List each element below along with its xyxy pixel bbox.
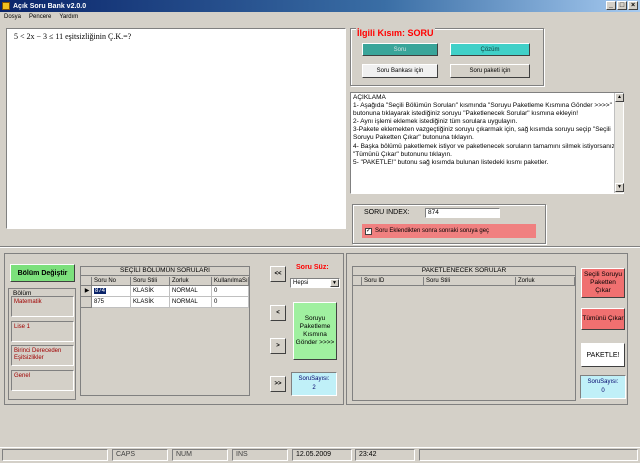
right-soru-sayisi-value: 0	[601, 388, 605, 394]
ilgili-kisim-title: İlgili Kısım: SORU	[356, 28, 435, 38]
first-button[interactable]: <<	[270, 266, 286, 282]
table-cell[interactable]: NORMAL	[170, 286, 212, 297]
table-cell[interactable]: KLASİK	[131, 286, 170, 297]
maximize-button[interactable]: □	[617, 1, 627, 10]
column-header[interactable]: Soru No	[92, 277, 131, 286]
cozum-button[interactable]: Çözüm	[450, 43, 530, 56]
checkbox-icon[interactable]: ✓	[365, 227, 372, 235]
title-bar: Açık Soru Bank v2.0.0	[0, 0, 640, 12]
soru-index-input[interactable]: 874	[425, 208, 500, 218]
right-soru-sayisi-label: SoruSayısı:	[587, 379, 619, 385]
paketlenecek-caption: PAKETLENECEK SORULAR	[353, 267, 575, 276]
question-text: 5 < 2x − 3 ≤ 11 eşitsizliğinin Ç.K.=?	[14, 32, 132, 41]
remove-selected-button[interactable]: Seçili Soruyu Paketten Çıkar	[581, 268, 625, 298]
row-indicator-header	[353, 277, 362, 286]
selected-cell-text: 874	[94, 288, 107, 294]
aciklama-text: AÇIKLAMA 1- Aşağıda "Seçili Bölümün Soru…	[350, 92, 624, 194]
paketlenecek-table	[352, 266, 576, 401]
bolum-item-lise: Lise 1	[11, 321, 74, 342]
menu-bar: Dosya Pencere Yardım	[0, 12, 640, 22]
minimize-button[interactable]: _	[606, 1, 616, 10]
scroll-down-icon[interactable]: ▼	[615, 183, 624, 192]
status-ins: INS	[232, 449, 288, 461]
bolum-item-konu: Birinci Dereceden Eşitsizlikler	[11, 345, 74, 366]
row-indicator-header	[81, 277, 92, 286]
aciklama-scrollbar[interactable]: ▲ ▼	[614, 93, 624, 193]
left-soru-sayisi-label: SoruSayısı:	[298, 376, 330, 382]
soru-button[interactable]: Soru	[362, 43, 438, 56]
table-cell[interactable]: KLASİK	[131, 297, 170, 308]
table-cell[interactable]: 0	[212, 297, 249, 308]
table-cell[interactable]: 0	[212, 286, 249, 297]
table-cell[interactable]: 874	[92, 286, 131, 297]
column-header[interactable]: KullanılmaSı	[212, 277, 249, 286]
left-soru-sayisi-value: 2	[312, 385, 316, 391]
table-cell[interactable]: NORMAL	[170, 297, 212, 308]
status-num: NUM	[172, 449, 228, 461]
soru-index-label: SORU INDEX:	[364, 209, 410, 216]
prev-button[interactable]: <	[270, 305, 286, 321]
column-header[interactable]: Zorluk	[516, 277, 575, 286]
row-indicator[interactable]	[81, 297, 92, 308]
app-icon	[2, 2, 10, 10]
menu-dosya[interactable]: Dosya	[4, 14, 21, 20]
paketle-button[interactable]: PAKETLE!	[581, 343, 625, 367]
left-soru-sayisi: SoruSayısı: 2	[291, 372, 337, 396]
secili-sorular-caption: SEÇİLİ BÖLÜMÜN SORULARI	[81, 267, 249, 276]
bolum-degistir-button[interactable]: Bölüm Değiştir	[10, 264, 75, 282]
row-indicator[interactable]: ▶	[81, 286, 92, 297]
paketleme-gonder-button[interactable]: Soruyu Paketleme Kısmına Gönder >>>>	[293, 302, 337, 360]
column-header[interactable]: Soru Stili	[424, 277, 516, 286]
status-date: 12.05.2009	[292, 449, 352, 461]
remove-all-button[interactable]: Tümünü Çıkar	[581, 308, 625, 330]
divider	[0, 246, 640, 248]
status-extra	[419, 449, 638, 461]
column-header[interactable]: Soru ID	[362, 277, 424, 286]
menu-pencere[interactable]: Pencere	[29, 14, 51, 20]
soru-bankasi-button[interactable]: Soru Bankası için	[362, 64, 438, 78]
question-panel	[6, 28, 346, 229]
column-header[interactable]: Soru Stili	[131, 277, 170, 286]
bolum-item-genel: Genel	[11, 370, 74, 391]
chevron-down-icon[interactable]: ▼	[330, 279, 339, 287]
right-soru-sayisi: SoruSayısı: 0	[580, 375, 626, 399]
scroll-up-icon[interactable]: ▲	[615, 93, 624, 102]
last-button[interactable]: >>	[270, 376, 286, 392]
table-cell[interactable]: 875	[92, 297, 131, 308]
soru-suz-label: Soru Süz:	[296, 264, 329, 271]
status-caps: CAPS	[112, 449, 168, 461]
status-message	[2, 449, 108, 461]
soru-paketi-button[interactable]: Soru paketi için	[450, 64, 530, 78]
close-button[interactable]: ×	[628, 1, 638, 10]
next-button[interactable]: >	[270, 338, 286, 354]
bolum-item-matematik: Matematik	[11, 296, 74, 317]
status-time: 23:42	[355, 449, 415, 461]
window-title: Açık Soru Bank v2.0.0	[13, 2, 87, 10]
column-header[interactable]: Zorluk	[170, 277, 212, 286]
next-question-checkbox-row[interactable]: ✓ Soru Eklendikten sonra sonraki soruya …	[362, 224, 536, 238]
menu-yardim[interactable]: Yardım	[59, 14, 78, 20]
next-question-checkbox-label: Soru Eklendikten sonra sonraki soruya ge…	[375, 228, 490, 234]
